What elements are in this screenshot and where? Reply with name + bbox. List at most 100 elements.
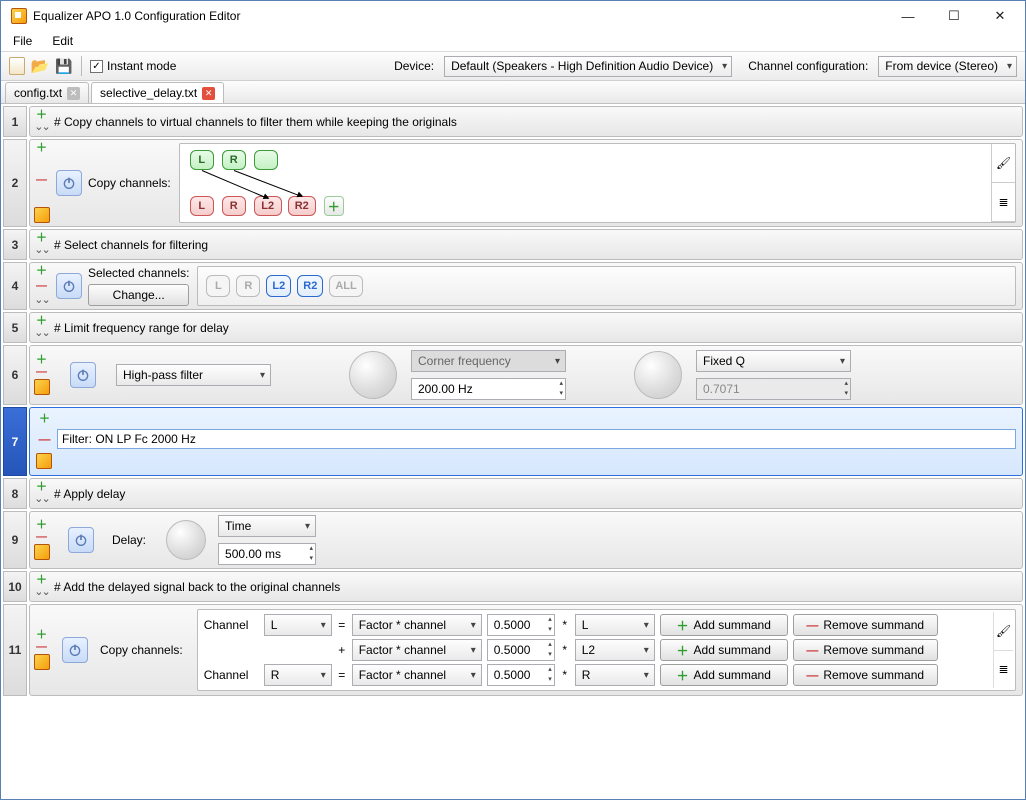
add-icon[interactable]: ＋ <box>36 266 47 277</box>
row-number[interactable]: 3 <box>3 229 27 260</box>
power-button[interactable] <box>62 637 88 663</box>
add-icon[interactable]: ＋ <box>36 520 47 531</box>
row-number[interactable]: 8 <box>3 478 27 509</box>
add-icon[interactable]: ＋ <box>39 414 50 425</box>
mode-select[interactable]: Factor * channel <box>352 639 482 661</box>
open-icon[interactable]: 📂 <box>31 57 49 75</box>
add-summand-button[interactable]: ＋Add summand <box>660 614 788 636</box>
add-icon[interactable]: ＋ <box>36 575 47 586</box>
channel-dest[interactable]: L <box>190 196 214 216</box>
mode-select[interactable]: Factor * channel <box>352 664 482 686</box>
tab-selective-delay[interactable]: selective_delay.txt ✕ <box>91 82 224 103</box>
factor-input[interactable]: 0.5000 <box>487 639 555 661</box>
row-number[interactable]: 11 <box>3 604 27 696</box>
corner-freq-input[interactable]: 200.00 Hz <box>411 378 566 400</box>
channel-pill[interactable]: L2 <box>266 275 291 297</box>
channel-pill[interactable]: R <box>236 275 260 297</box>
row-number[interactable]: 5 <box>3 312 27 343</box>
save-icon[interactable]: 💾 <box>55 57 73 75</box>
close-tab-icon[interactable]: ✕ <box>202 87 215 100</box>
edit-icon[interactable] <box>34 379 50 395</box>
remove-summand-button[interactable]: —Remove summand <box>793 664 938 686</box>
row-number[interactable]: 10 <box>3 571 27 602</box>
add-icon[interactable]: ＋ <box>36 355 47 366</box>
q-mode-select[interactable]: Fixed Q <box>696 350 851 372</box>
src-select[interactable]: R <box>575 664 655 686</box>
expand-icon[interactable]: ⌄⌄ <box>34 494 48 505</box>
remove-summand-button[interactable]: —Remove summand <box>793 614 938 636</box>
tab-config[interactable]: config.txt ✕ <box>5 82 89 103</box>
channel-select[interactable]: L <box>264 614 332 636</box>
add-summand-button[interactable]: ＋Add summand <box>660 639 788 661</box>
remove-icon[interactable]: — <box>36 532 47 543</box>
channel-source[interactable]: R <box>222 150 246 170</box>
remove-icon[interactable]: — <box>36 367 47 378</box>
factor-input[interactable]: 0.5000 <box>487 614 555 636</box>
brush-icon[interactable]: 🖌 <box>992 144 1015 183</box>
add-icon[interactable]: ＋ <box>36 110 47 121</box>
new-icon[interactable] <box>9 57 25 75</box>
channel-pill[interactable]: R2 <box>297 275 323 297</box>
delay-mode-select[interactable]: Time <box>218 515 316 537</box>
menu-edit[interactable]: Edit <box>46 32 79 50</box>
instant-mode-checkbox[interactable]: ✓ Instant mode <box>90 59 176 73</box>
add-icon[interactable]: ＋ <box>36 316 47 327</box>
channel-source-empty[interactable] <box>254 150 278 170</box>
edit-icon[interactable] <box>34 544 50 560</box>
maximize-button[interactable]: ☐ <box>931 2 977 31</box>
close-tab-icon[interactable]: ✕ <box>67 87 80 100</box>
power-button[interactable] <box>56 273 82 299</box>
add-icon[interactable]: ＋ <box>36 143 47 154</box>
device-combo[interactable]: Default (Speakers - High Definition Audi… <box>444 56 732 77</box>
row-number[interactable]: 6 <box>3 345 27 405</box>
row-number[interactable]: 2 <box>3 139 27 227</box>
expand-icon[interactable]: ⌄⌄ <box>34 122 48 133</box>
row-number[interactable]: 4 <box>3 262 27 310</box>
remove-summand-button[interactable]: —Remove summand <box>793 639 938 661</box>
channel-select[interactable]: R <box>264 664 332 686</box>
edit-icon[interactable] <box>36 453 52 469</box>
src-select[interactable]: L2 <box>575 639 655 661</box>
freq-knob[interactable] <box>349 351 397 399</box>
edit-icon[interactable] <box>34 207 50 223</box>
minimize-button[interactable]: — <box>885 2 931 31</box>
remove-icon[interactable]: — <box>36 642 47 653</box>
brush-icon[interactable]: 🖌 <box>994 612 1013 650</box>
row-number[interactable]: 7 <box>3 407 27 476</box>
remove-icon[interactable]: — <box>36 175 47 186</box>
channel-pill[interactable]: ALL <box>329 275 362 297</box>
change-button[interactable]: Change... <box>88 284 189 306</box>
list-icon[interactable]: ≣ <box>992 183 1015 222</box>
channel-source[interactable]: L <box>190 150 214 170</box>
remove-icon[interactable]: — <box>36 432 53 446</box>
q-knob[interactable] <box>634 351 682 399</box>
close-button[interactable]: ✕ <box>977 2 1023 31</box>
expand-icon[interactable]: ⌄⌄ <box>34 245 48 256</box>
chancfg-combo[interactable]: From device (Stereo) <box>878 56 1017 77</box>
add-icon[interactable]: ＋ <box>36 482 47 493</box>
corner-freq-select[interactable]: Corner frequency <box>411 350 566 372</box>
mode-select[interactable]: Factor * channel <box>352 614 482 636</box>
src-select[interactable]: L <box>575 614 655 636</box>
delay-knob[interactable] <box>166 520 206 560</box>
remove-icon[interactable]: — <box>36 281 47 292</box>
channel-dest[interactable]: R <box>222 196 246 216</box>
power-button[interactable] <box>68 527 94 553</box>
edit-icon[interactable] <box>34 654 50 670</box>
channel-graph[interactable]: L R L R L2 R2 ＋ 🖌 <box>179 143 1016 223</box>
row-number[interactable]: 9 <box>3 511 27 569</box>
power-button[interactable] <box>56 170 82 196</box>
add-channel-button[interactable]: ＋ <box>324 196 344 216</box>
power-button[interactable] <box>70 362 96 388</box>
delay-value-input[interactable]: 500.00 ms <box>218 543 316 565</box>
menu-file[interactable]: File <box>7 32 38 50</box>
add-icon[interactable]: ＋ <box>36 233 47 244</box>
channel-pill[interactable]: L <box>206 275 230 297</box>
list-icon[interactable]: ≣ <box>994 650 1013 689</box>
expand-icon[interactable]: ⌄⌄ <box>34 587 48 598</box>
filter-type-select[interactable]: High-pass filter <box>116 364 271 386</box>
row-number[interactable]: 1 <box>3 106 27 137</box>
add-summand-button[interactable]: ＋Add summand <box>660 664 788 686</box>
expand-icon[interactable]: ⌄⌄ <box>34 295 48 306</box>
filter-text-input[interactable] <box>57 429 1016 449</box>
